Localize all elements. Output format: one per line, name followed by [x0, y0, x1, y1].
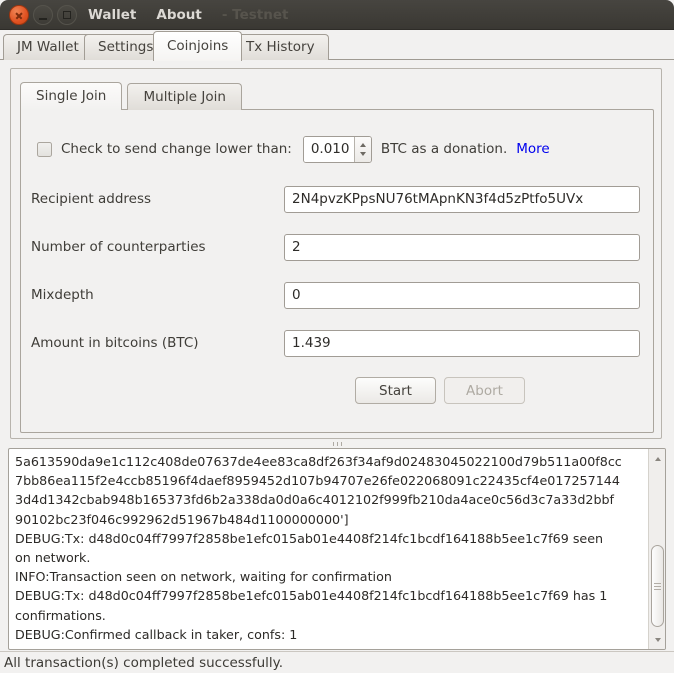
window-minimize-button[interactable] — [33, 5, 53, 25]
recipient-address-row: Recipient address — [31, 185, 640, 213]
donation-checkbox-label: Check to send change lower than: — [61, 141, 292, 157]
log-scrollbar[interactable] — [648, 449, 665, 649]
log-line: confirmations. — [15, 606, 643, 625]
amount-label: Amount in bitcoins (BTC) — [31, 335, 284, 351]
scroll-up-button[interactable] — [650, 451, 665, 466]
start-button[interactable]: Start — [355, 377, 436, 404]
tab-single-join[interactable]: Single Join — [20, 82, 122, 110]
log-output[interactable]: 5a613590da9e1c112c408de07637de4ee83ca8df… — [8, 448, 666, 650]
log-line: 3d4d1342cbab948b165373fd6b2a338da0d0a6c4… — [15, 490, 643, 509]
abort-button: Abort — [444, 377, 525, 404]
mixdepth-row: Mixdepth — [31, 281, 640, 309]
counterparties-label: Number of counterparties — [31, 239, 284, 255]
menu-about[interactable]: About — [156, 7, 201, 23]
spinner-down-icon[interactable] — [360, 152, 366, 156]
window-title: - Testnet — [222, 7, 289, 23]
scroll-down-icon — [655, 638, 661, 642]
more-link[interactable]: More — [516, 141, 549, 157]
window-maximize-button[interactable] — [57, 5, 77, 25]
minimize-icon — [39, 18, 47, 20]
donation-row: Check to send change lower than: BTC as … — [37, 134, 643, 164]
recipient-address-input[interactable] — [284, 186, 640, 213]
recipient-address-label: Recipient address — [31, 191, 284, 207]
log-line: DEBUG:Confirmed callback in taker, confs… — [15, 625, 643, 644]
status-bar: All transaction(s) completed successfull… — [0, 651, 674, 673]
scrollbar-grip-icon — [654, 586, 661, 587]
scroll-down-button[interactable] — [650, 632, 665, 647]
amount-row: Amount in bitcoins (BTC) — [31, 329, 640, 357]
status-message: All transaction(s) completed successfull… — [4, 655, 283, 671]
log-line: 5a613590da9e1c112c408de07637de4ee83ca8df… — [15, 452, 643, 471]
tab-jm-wallet[interactable]: JM Wallet — [3, 34, 93, 60]
spinner-up-icon[interactable] — [360, 143, 366, 147]
donation-amount-input[interactable] — [304, 137, 354, 162]
scrollbar-thumb[interactable] — [651, 545, 664, 627]
log-line: 7bb86ea115f2e4ccb85196f4daef8959452d107b… — [15, 471, 643, 490]
menubar: Wallet About - Testnet — [88, 0, 288, 30]
mixdepth-input[interactable] — [284, 282, 640, 309]
amount-input[interactable] — [284, 330, 640, 357]
main-tab-bar: JM Wallet Settings Coinjoins Tx History — [0, 30, 674, 60]
spinner-buttons[interactable] — [354, 137, 371, 162]
log-text: 5a613590da9e1c112c408de07637de4ee83ca8df… — [15, 452, 643, 646]
log-line: DEBUG:Tx: d48d0c04ff7997f2858be1efc015ab… — [15, 586, 643, 605]
titlebar[interactable]: Wallet About - Testnet — [0, 0, 674, 30]
donation-suffix-label: BTC as a donation. — [381, 141, 507, 157]
join-tab-bar: Single Join Multiple Join — [20, 82, 243, 110]
splitter-handle[interactable] — [0, 440, 674, 448]
menu-wallet[interactable]: Wallet — [88, 7, 136, 23]
log-line: INFO:Transaction seen on network, waitin… — [15, 567, 643, 586]
action-buttons: Start Abort — [355, 377, 525, 404]
counterparties-input[interactable] — [284, 234, 640, 261]
donation-checkbox[interactable] — [37, 142, 52, 157]
app-window: Wallet About - Testnet JM Wallet Setting… — [0, 0, 674, 673]
maximize-icon — [63, 11, 71, 19]
log-line: 90102bc23f046c992962d51967b484d110000000… — [15, 510, 643, 529]
tab-coinjoins[interactable]: Coinjoins — [153, 31, 242, 61]
donation-amount-spinner — [303, 136, 372, 163]
tab-tx-history[interactable]: Tx History — [232, 34, 329, 60]
single-join-panel: Check to send change lower than: BTC as … — [20, 109, 654, 433]
splitter-grip-icon — [337, 442, 338, 446]
mixdepth-label: Mixdepth — [31, 287, 284, 303]
log-line: on network. — [15, 548, 643, 567]
scroll-up-icon — [655, 457, 661, 461]
counterparties-row: Number of counterparties — [31, 233, 640, 261]
tab-multiple-join[interactable]: Multiple Join — [127, 83, 241, 110]
log-line: DEBUG:Tx: d48d0c04ff7997f2858be1efc015ab… — [15, 529, 643, 548]
window-close-button[interactable] — [9, 5, 29, 25]
